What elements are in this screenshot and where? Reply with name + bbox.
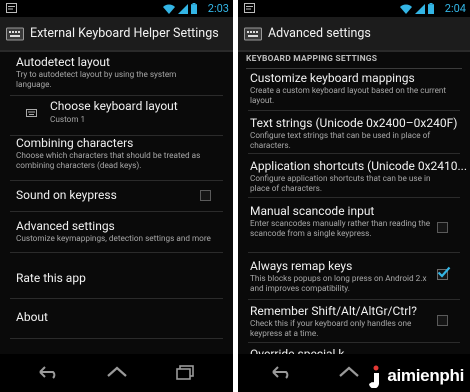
settings-list: KEYBOARD MAPPING SETTINGS Customize keyb… bbox=[238, 52, 470, 361]
remember-modifiers-checkbox[interactable] bbox=[437, 315, 448, 326]
item-summary: Configure application shortcuts that can… bbox=[250, 174, 431, 194]
item-title: Autodetect layout bbox=[16, 55, 110, 69]
battery-icon bbox=[191, 3, 197, 14]
always-remap-keys-item[interactable]: Always remap keys This blocks popups on … bbox=[238, 253, 470, 297]
autodetect-layout-item[interactable]: Autodetect layout Try to autodetect layo… bbox=[0, 52, 233, 94]
text-strings-item[interactable]: Text strings (Unicode 0x2400–0x240F) Con… bbox=[238, 112, 470, 151]
item-title: Customize keyboard mappings bbox=[250, 71, 415, 85]
action-bar: External Keyboard Helper Settings bbox=[0, 17, 233, 52]
about-item[interactable]: About bbox=[0, 299, 233, 335]
divider bbox=[10, 338, 223, 339]
item-summary: Create a custom keyboard layout based on… bbox=[250, 86, 447, 106]
page-title: External Keyboard Helper Settings bbox=[30, 26, 219, 41]
item-summary: Try to autodetect layout by using the sy… bbox=[16, 70, 177, 90]
status-bar: 2:03 bbox=[0, 0, 233, 17]
customize-keyboard-mappings-item[interactable]: Customize keyboard mappings Create a cus… bbox=[238, 70, 470, 108]
always-remap-keys-checkbox[interactable] bbox=[437, 266, 451, 280]
item-title: About bbox=[16, 310, 48, 324]
item-title: Text strings (Unicode 0x2400–0x240F) bbox=[250, 116, 458, 130]
wifi-icon bbox=[163, 4, 175, 14]
divider bbox=[248, 110, 460, 111]
item-title: Choose keyboard layout bbox=[50, 99, 178, 113]
status-time: 2:03 bbox=[207, 2, 229, 15]
status-bar: 2:04 bbox=[238, 0, 470, 17]
signal-icon bbox=[178, 3, 188, 14]
checkmark-icon bbox=[437, 266, 451, 278]
item-title: Application shortcuts (Unicode 0x2410... bbox=[250, 159, 467, 173]
sound-checkbox[interactable] bbox=[200, 190, 211, 201]
section-header: KEYBOARD MAPPING SETTINGS bbox=[246, 54, 462, 69]
application-shortcuts-item[interactable]: Application shortcuts (Unicode 0x2410...… bbox=[238, 154, 470, 198]
item-summary: Check this if your keyboard only handles… bbox=[250, 319, 412, 339]
battery-icon bbox=[428, 3, 434, 14]
advanced-settings-item[interactable]: Advanced settings Customize keymappings,… bbox=[0, 212, 233, 252]
keyboard-app-icon[interactable] bbox=[6, 26, 24, 42]
item-summary: Enter scancodes manually rather than rea… bbox=[250, 219, 431, 239]
notification-icon bbox=[6, 3, 17, 13]
left-screen: 2:03 External Keyboard Helper Settings A… bbox=[0, 0, 233, 392]
item-summary: Custom 1 bbox=[50, 115, 86, 125]
manual-scancode-checkbox[interactable] bbox=[437, 222, 448, 233]
home-icon[interactable] bbox=[338, 364, 360, 380]
item-title: Always remap keys bbox=[250, 259, 353, 273]
item-title: Sound on keypress bbox=[16, 188, 117, 202]
status-time: 2:04 bbox=[444, 2, 466, 15]
navigation-bar bbox=[0, 354, 233, 392]
item-title: Advanced settings bbox=[16, 219, 115, 233]
home-icon[interactable] bbox=[106, 364, 128, 380]
item-title: Combining characters bbox=[16, 136, 134, 150]
back-icon[interactable] bbox=[37, 364, 59, 380]
item-summary: Choose which characters that should be t… bbox=[16, 151, 201, 171]
item-summary: Customize keymappings, detection setting… bbox=[16, 234, 211, 244]
page-title: Advanced settings bbox=[268, 26, 371, 41]
remember-modifiers-item[interactable]: Remember Shift/Alt/AltGr/Ctrl? Check thi… bbox=[238, 300, 470, 346]
logo-mark-icon bbox=[369, 365, 380, 388]
item-summary: This blocks popups on long press on Andr… bbox=[250, 274, 427, 294]
signal-icon bbox=[415, 3, 425, 14]
rate-this-app-item[interactable]: Rate this app bbox=[0, 253, 233, 289]
action-bar: Advanced settings bbox=[238, 17, 470, 52]
watermark-logo: aimienphi bbox=[365, 364, 464, 388]
sound-on-keypress-item[interactable]: Sound on keypress bbox=[0, 181, 233, 211]
right-screen: 2:04 Advanced settings KEYBOARD MAPPING … bbox=[238, 0, 470, 392]
keyboard-icon bbox=[26, 109, 37, 117]
manual-scancode-input-item[interactable]: Manual scancode input Enter scancodes ma… bbox=[238, 198, 470, 248]
notification-icon bbox=[244, 3, 255, 13]
item-summary: Configure text strings that can be used … bbox=[250, 131, 431, 151]
choose-keyboard-layout-item[interactable]: Choose keyboard layout Custom 1 bbox=[0, 96, 233, 136]
back-icon[interactable] bbox=[270, 364, 292, 380]
recent-apps-icon[interactable] bbox=[175, 364, 197, 380]
wifi-icon bbox=[400, 4, 412, 14]
item-title: Manual scancode input bbox=[250, 204, 375, 218]
combining-characters-item[interactable]: Combining characters Choose which charac… bbox=[0, 136, 233, 180]
watermark-text: aimienphi bbox=[387, 366, 464, 385]
keyboard-app-icon[interactable] bbox=[244, 26, 262, 42]
item-title: Rate this app bbox=[16, 271, 86, 285]
settings-list: Autodetect layout Try to autodetect layo… bbox=[0, 52, 233, 354]
item-title: Remember Shift/Alt/AltGr/Ctrl? bbox=[250, 304, 417, 318]
